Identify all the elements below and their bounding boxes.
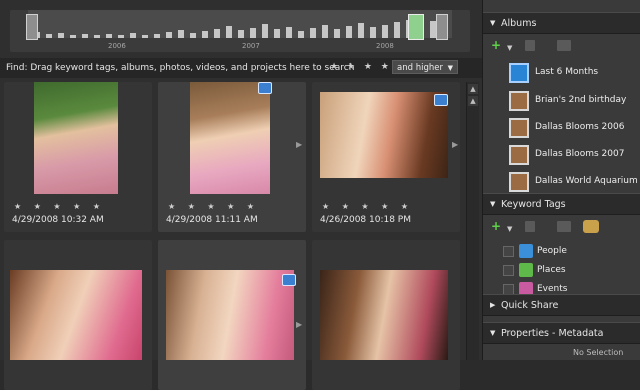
album-label: Brian's 2nd birthday [535, 95, 627, 105]
tag-label: Events [537, 284, 568, 294]
chevron-down-icon[interactable]: ▼ [507, 42, 512, 54]
tag-checkbox[interactable] [503, 246, 514, 257]
album-item[interactable]: Dallas Blooms 2007 [483, 142, 640, 168]
timeline-histogram[interactable] [28, 10, 452, 38]
photo-rating[interactable]: ★ ★ ★ ★ ★ [14, 202, 105, 211]
video-badge-icon [258, 82, 272, 94]
photo-tile[interactable]: ▶ [158, 240, 306, 390]
album-icon [509, 172, 529, 192]
collapse-triangle-icon[interactable]: ▼ [490, 19, 495, 27]
scroll-top-button[interactable]: ▲ [468, 84, 478, 94]
timeline-selection-marker[interactable] [408, 14, 424, 40]
quick-share-title: Quick Share [501, 300, 559, 311]
organize-panel: ▼ Albums + ▼ Last 6 Months Brian's 2nd b… [482, 0, 640, 360]
places-tag-icon [519, 263, 533, 277]
find-bar[interactable]: Find: Drag keyword tags, albums, photos,… [0, 58, 482, 78]
timeline[interactable]: 2006 2007 2008 [10, 10, 470, 52]
media-browser: 2006 2007 2008 Find: Drag keyword tags, … [0, 0, 482, 390]
quick-share-panel-header[interactable]: ▶ Quick Share [483, 294, 640, 316]
album-item[interactable]: Dallas Blooms 2006 [483, 115, 640, 141]
photo-date: 4/29/2008 10:32 AM [12, 215, 104, 225]
find-instructions: Find: Drag keyword tags, albums, photos,… [6, 63, 355, 73]
chevron-right-icon[interactable]: ▶ [452, 140, 458, 149]
photo-thumbnail[interactable] [166, 270, 294, 360]
edit-album-icon[interactable] [557, 40, 571, 51]
scroll-up-button[interactable]: ▲ [468, 96, 478, 106]
album-item[interactable]: Last 6 Months [483, 60, 640, 86]
people-tag-icon [519, 244, 533, 258]
photo-date: 4/26/2008 10:18 PM [320, 215, 411, 225]
keyword-tag-item[interactable]: Places [483, 261, 640, 281]
rating-filter-value: and higher [397, 63, 443, 73]
album-icon [509, 91, 529, 111]
album-label: Dallas Blooms 2007 [535, 149, 625, 159]
photo-rating[interactable]: ★ ★ ★ ★ ★ [322, 202, 413, 211]
photo-tile[interactable]: ▶ ★ ★ ★ ★ ★ 4/29/2008 11:11 AM [158, 82, 306, 232]
collapse-triangle-icon[interactable]: ▼ [490, 329, 495, 337]
photo-thumbnail[interactable] [34, 82, 118, 194]
timeline-year-label: 2008 [376, 42, 394, 50]
add-album-icon[interactable]: + [491, 39, 501, 51]
tag-checkbox[interactable] [503, 265, 514, 276]
keyword-tags-panel-header[interactable]: ▼ Keyword Tags [483, 193, 640, 215]
trash-icon[interactable] [525, 40, 535, 51]
timeline-left-handle[interactable] [26, 14, 38, 40]
properties-empty-text: No Selection [573, 348, 624, 357]
properties-title: Properties - Metadata [501, 328, 604, 339]
tag-label: Places [537, 265, 566, 275]
photo-rating[interactable]: ★ ★ ★ ★ ★ [168, 202, 259, 211]
trash-icon[interactable] [525, 221, 535, 232]
edit-tag-icon[interactable] [557, 221, 571, 232]
timeline-right-handle[interactable] [436, 14, 448, 40]
album-label: Dallas Blooms 2006 [535, 122, 625, 132]
grid-scrollbar[interactable]: ▲ ▲ [466, 82, 479, 360]
photo-tile[interactable] [4, 240, 152, 390]
photo-tile[interactable]: ★ ★ ★ ★ ★ 4/29/2008 10:32 AM [4, 82, 152, 232]
albums-panel-header[interactable]: ▼ Albums [483, 12, 640, 34]
chevron-down-icon[interactable]: ▼ [507, 223, 512, 235]
album-icon [509, 118, 529, 138]
album-label: Dallas World Aquarium 2008 [535, 176, 640, 186]
expand-triangle-icon[interactable]: ▶ [490, 301, 495, 309]
albums-title: Albums [501, 18, 537, 29]
album-item[interactable]: Dallas World Aquarium 2008 [483, 169, 640, 195]
tag-label: People [537, 246, 567, 256]
photo-tile[interactable]: ▶ ★ ★ ★ ★ ★ 4/26/2008 10:18 PM [312, 82, 460, 232]
album-label: Last 6 Months [535, 67, 599, 77]
rating-filter-select[interactable]: and higher ▼ [392, 60, 458, 74]
timeline-year-label: 2007 [242, 42, 260, 50]
photo-thumbnail[interactable] [320, 92, 448, 178]
photo-tile[interactable] [312, 240, 460, 390]
find-people-icon[interactable] [583, 220, 599, 233]
chevron-right-icon[interactable]: ▶ [296, 320, 302, 329]
chevron-right-icon[interactable]: ▶ [296, 140, 302, 149]
keyword-tag-item[interactable]: People [483, 242, 640, 262]
album-item[interactable]: Brian's 2nd birthday [483, 88, 640, 114]
video-badge-icon [282, 274, 296, 286]
photo-thumbnail[interactable] [190, 82, 270, 194]
video-badge-icon [434, 94, 448, 106]
album-icon [509, 145, 529, 165]
smart-album-icon [509, 63, 529, 83]
keyword-tags-title: Keyword Tags [501, 199, 566, 210]
photo-thumbnail[interactable] [320, 270, 448, 360]
photo-thumbnail[interactable] [10, 270, 142, 360]
add-tag-icon[interactable]: + [491, 220, 501, 232]
chevron-down-icon: ▼ [447, 64, 453, 72]
properties-panel-header[interactable]: ▼ Properties - Metadata [483, 322, 640, 344]
photo-date: 4/29/2008 11:11 AM [166, 215, 258, 225]
collapse-triangle-icon[interactable]: ▼ [490, 200, 495, 208]
timeline-year-label: 2006 [108, 42, 126, 50]
